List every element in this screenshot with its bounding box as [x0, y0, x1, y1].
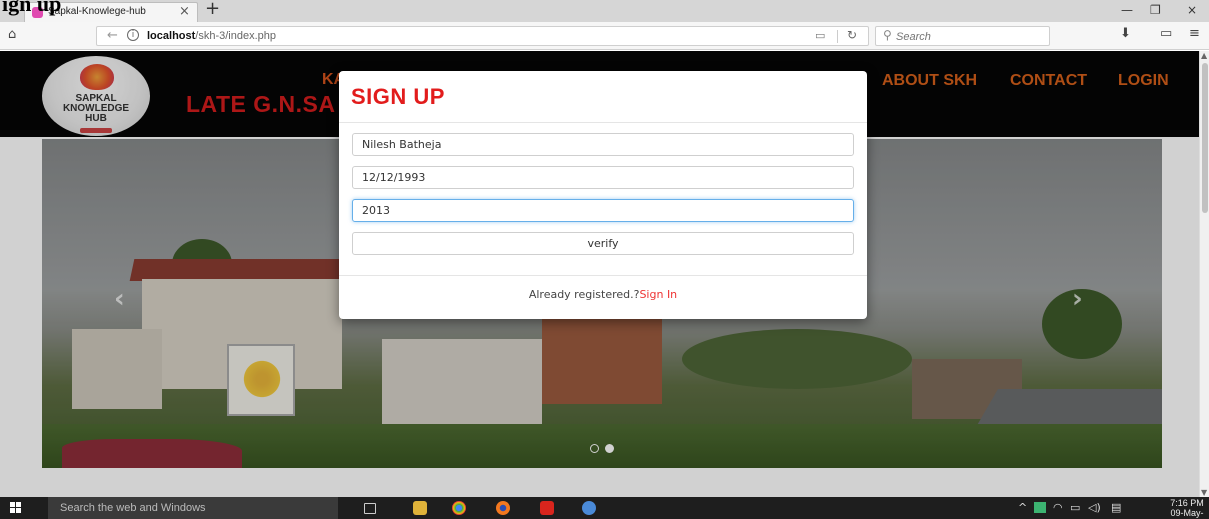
figure-title-fragment: ign up — [2, 0, 62, 16]
tab-title: Sapkal-Knowlege-hub — [48, 6, 146, 17]
browser-search-box[interactable]: ⚲ — [875, 26, 1050, 46]
taskbar-search-text: Search the web and Windows — [60, 502, 206, 514]
firefox-icon[interactable] — [496, 501, 510, 515]
home-icon[interactable]: ⌂ — [8, 27, 16, 42]
paint-icon[interactable] — [582, 501, 596, 515]
search-icon: ⚲ — [883, 28, 892, 42]
notification-icon[interactable]: ▤ — [1111, 501, 1121, 514]
battery-icon[interactable]: ▭ — [1070, 501, 1080, 514]
tab-close-icon[interactable]: × — [179, 4, 190, 19]
url-text: localhost/skh-3/index.php — [147, 30, 277, 42]
acrobat-icon[interactable] — [540, 501, 554, 515]
year-field[interactable] — [352, 199, 854, 222]
page-scrollbar[interactable]: ▲ ▼ — [1199, 51, 1209, 497]
browser-search-input[interactable] — [896, 29, 1041, 44]
page-viewport: SAPKAL KNOWLEDGE HUB KA LATE G.N.SA ABOU… — [0, 51, 1199, 497]
reload-icon[interactable]: ↻ — [847, 28, 857, 42]
file-explorer-icon[interactable] — [413, 501, 427, 515]
modal-divider — [339, 122, 867, 123]
modal-title: SIGN UP — [351, 84, 445, 109]
name-field[interactable] — [352, 133, 854, 156]
tray-chevron-icon[interactable]: ^ — [1018, 501, 1027, 514]
browser-nav-bar: ⌂ ← i localhost/skh-3/index.php ▭ ↻ ⚲ ⬇ … — [0, 22, 1209, 50]
task-view-icon[interactable] — [364, 503, 376, 514]
sign-in-link[interactable]: Sign In — [639, 288, 677, 301]
windows-start-icon[interactable] — [10, 502, 22, 514]
menu-hamburger-icon[interactable]: ≡ — [1189, 26, 1200, 41]
signup-modal: SIGN UP verify Already registered.?Sign … — [339, 71, 867, 319]
download-icon[interactable]: ⬇ — [1120, 26, 1131, 41]
window-minimize-button[interactable]: — — [1121, 3, 1133, 17]
chrome-icon[interactable] — [452, 501, 466, 515]
url-separator — [837, 30, 838, 43]
taskbar-clock[interactable]: 7:16 PM 09-May-18 — [1166, 498, 1208, 519]
modal-divider — [339, 275, 867, 276]
browser-tab-bar: Sapkal-Knowlege-hub × + — ❐ × — [0, 0, 1209, 22]
wifi-icon[interactable]: ◠ — [1053, 501, 1063, 514]
scroll-up-icon[interactable]: ▲ — [1201, 51, 1207, 60]
taskbar-search-box[interactable]: Search the web and Windows — [48, 497, 338, 519]
already-registered-text: Already registered.? — [528, 288, 640, 301]
verify-button[interactable]: verify — [352, 232, 854, 255]
new-tab-button[interactable]: + — [205, 0, 220, 19]
address-bar[interactable]: ← i localhost/skh-3/index.php ▭ ↻ — [96, 26, 869, 46]
sidebar-toggle-icon[interactable]: ▭ — [1160, 26, 1172, 41]
clock-date: 09-May-18 — [1170, 508, 1204, 519]
reader-view-icon[interactable]: ▭ — [815, 29, 825, 42]
clock-time: 7:16 PM — [1170, 498, 1204, 508]
windows-taskbar: Search the web and Windows ^ ◠ ▭ ◁) ▤ 7:… — [0, 497, 1209, 519]
tray-app-icon[interactable] — [1034, 502, 1046, 513]
window-close-button[interactable]: × — [1187, 3, 1197, 17]
volume-icon[interactable]: ◁) — [1088, 501, 1101, 514]
modal-footer: Already registered.?Sign In — [339, 288, 867, 301]
back-arrow-icon[interactable]: ← — [107, 28, 118, 43]
scroll-down-icon[interactable]: ▼ — [1201, 488, 1207, 497]
site-info-icon[interactable]: i — [127, 29, 139, 41]
window-restore-button[interactable]: ❐ — [1150, 3, 1161, 17]
dob-field[interactable] — [352, 166, 854, 189]
scroll-thumb[interactable] — [1202, 63, 1208, 213]
